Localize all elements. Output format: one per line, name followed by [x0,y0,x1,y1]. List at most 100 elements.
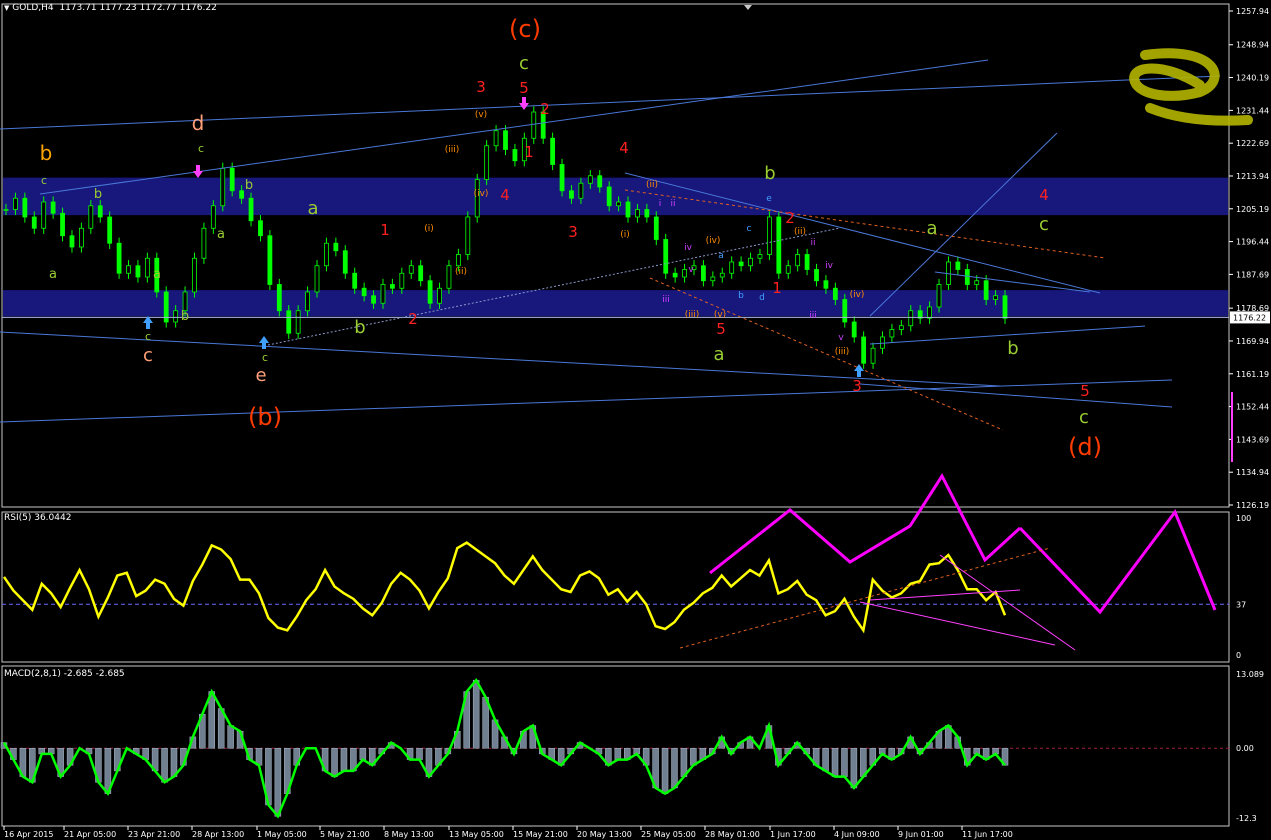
time-tick-label: 11 Jun 17:00 [962,830,1013,839]
up-arrow-icon [143,316,153,329]
down-arrow-icon [519,97,529,110]
candle [295,310,301,334]
wave-label: a [49,267,57,282]
rsi-trendline [939,554,1076,651]
wave-label: c [143,345,153,366]
macd-histogram-bar [841,747,848,777]
wave-label: a [217,227,225,242]
wave-label: 4 [619,139,629,157]
wave-label: 5 [519,79,529,97]
candle [408,265,414,274]
rsi-forecast-path [1018,508,1217,615]
rsi-trendline [859,601,1056,646]
candle [248,197,254,222]
wave-label: ii [810,238,815,248]
wave-label: iv [825,261,834,271]
candle [748,257,753,267]
candle [851,321,857,338]
wave-label: iii [662,295,670,305]
candle [135,265,141,278]
macd-histogram-bar [274,747,282,817]
wave-label: a [718,251,724,261]
candle [144,257,150,278]
candle [776,216,782,274]
wave-label: (c) [509,15,541,43]
wave-label: v [838,333,844,343]
wave-label: 2 [408,310,418,328]
price-tick-label: 1248.94 [1236,41,1269,50]
price-tick-label: 1222.69 [1236,139,1269,148]
wave-label: (iv) [474,189,489,199]
wave-label: 2 [785,209,795,227]
wave-label: b [1007,338,1018,359]
candle [738,261,744,267]
wave-label: (i) [424,224,434,234]
candle [729,261,735,274]
candle [785,265,791,274]
candle [60,212,65,237]
wave-label: (iv) [850,290,865,300]
candle [710,276,716,282]
candle [908,310,914,327]
price-tick-label: 1143.69 [1236,435,1269,444]
wave-label: 1 [380,221,390,239]
price-tick-label: 1187.69 [1236,270,1269,279]
candle [173,310,179,323]
wave-label: b [181,309,189,324]
wave-label: (d) [1068,433,1102,461]
candle [201,227,207,259]
wave-label: 4 [500,186,510,204]
rsi-header: RSI(5) 36.0442 [4,513,72,523]
wave-label: a [713,344,724,365]
candle [107,216,113,244]
wave-label: (iii) [835,347,850,357]
time-tick-label: 20 May 13:00 [577,830,632,839]
wave-label: c [747,224,752,234]
candle [616,201,621,207]
candle [484,145,490,180]
wave-label: c [1039,214,1049,235]
macd-histogram-bar [671,747,678,789]
wave-label: b [94,187,102,202]
rsi-trendline [679,547,1051,649]
wave-label: a [307,198,318,219]
rsi-tick-label: 37 [1236,600,1246,609]
wave-label: c [519,53,529,74]
wave-label: b [738,291,744,301]
macd-histogram-bar [472,679,480,749]
macd-histogram-bar [340,747,348,772]
candle [324,242,329,267]
time-tick-label: 21 Apr 05:00 [64,830,116,839]
price-tick-label: 1240.19 [1236,74,1269,83]
candle [898,325,904,330]
candle [578,182,584,199]
wave-label: (ii) [455,267,467,277]
candle [672,272,678,278]
wave-label: (iii) [445,145,460,155]
wave-label: iv [684,243,693,253]
trendline [934,271,1091,293]
rsi-tick-label: 100 [1236,514,1251,523]
macd-tick-label: 0.00 [1236,744,1254,753]
candle [795,254,801,267]
trendline [0,379,1173,423]
macd-histogram-bar [661,747,669,794]
wave-label: e [766,194,772,204]
price-tick-label: 1152.44 [1236,403,1269,412]
price-tick-label: 1126.19 [1236,501,1269,510]
candle [870,347,876,364]
macd-histogram-bar [850,747,858,789]
time-tick-label: 15 May 21:00 [513,830,568,839]
wave-label: (v) [714,310,726,320]
wave-label: c [262,351,268,364]
candle [88,205,94,229]
candle [569,190,574,199]
candle [861,336,867,364]
macd-histogram-bar [416,747,423,760]
candle [210,205,216,229]
candle [682,269,687,278]
candle [69,235,75,248]
wave-label: 4 [1039,186,1049,204]
price-tick-label: 1213.94 [1236,172,1269,181]
wave-label: b [245,178,253,193]
